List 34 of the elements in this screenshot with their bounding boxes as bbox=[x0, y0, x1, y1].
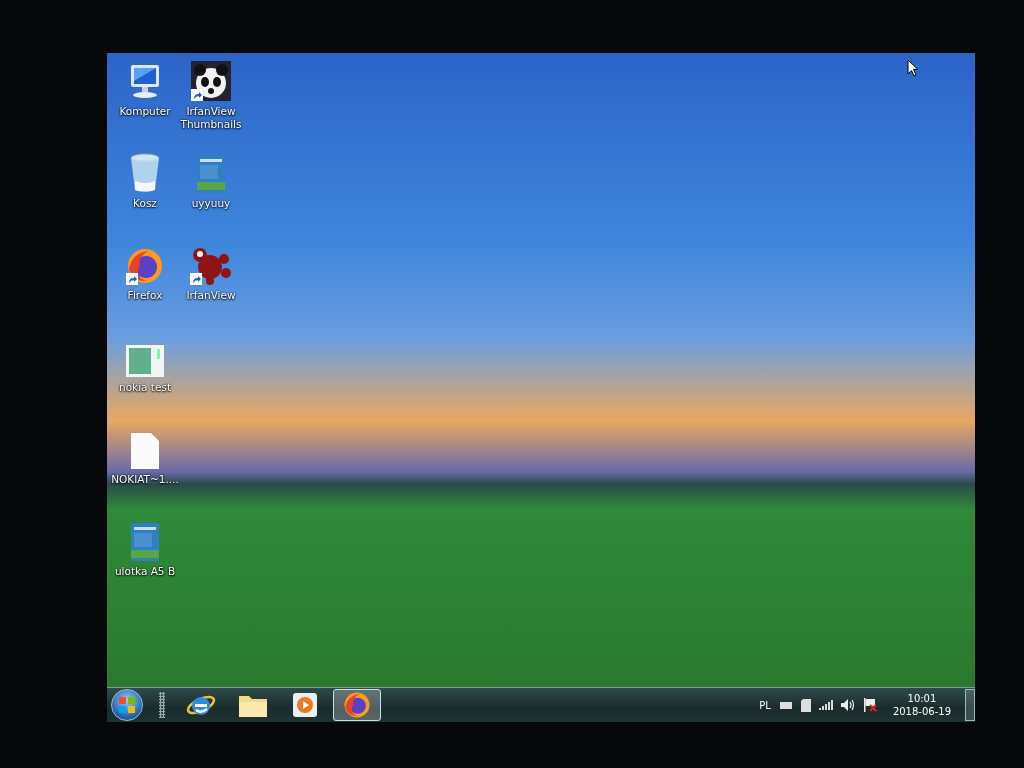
card-icon[interactable] bbox=[800, 698, 811, 712]
show-desktop-button[interactable] bbox=[965, 689, 975, 721]
clock-date: 2018-06-19 bbox=[892, 705, 951, 718]
icon-label: ulotka A5 B bbox=[114, 565, 176, 578]
icon-label: IrfanView bbox=[186, 289, 236, 302]
icon-label: Komputer bbox=[119, 105, 171, 118]
signal-bars-icon[interactable] bbox=[818, 700, 833, 710]
language-indicator[interactable]: PL bbox=[759, 699, 771, 711]
document-thumbnail-icon bbox=[131, 523, 159, 561]
file-icon bbox=[131, 433, 159, 469]
flag-icon[interactable] bbox=[863, 698, 877, 712]
icon-label: uyyuuy bbox=[191, 197, 231, 210]
icon-label: Firefox bbox=[127, 289, 163, 302]
icon-label: nokia test bbox=[119, 381, 171, 394]
icon-label: IrfanView Thumbnails bbox=[179, 105, 243, 131]
mouse-cursor-icon bbox=[907, 59, 919, 77]
panda-icon bbox=[191, 61, 231, 101]
image-thumbnail-icon bbox=[126, 345, 164, 377]
firefox-icon bbox=[126, 247, 164, 285]
windows-logo-icon bbox=[118, 696, 136, 714]
clock[interactable]: 10:01 2018-06-19 bbox=[892, 692, 951, 718]
cat-icon bbox=[190, 245, 232, 285]
shortcut-arrow-icon bbox=[191, 89, 203, 101]
start-button[interactable] bbox=[111, 689, 143, 721]
recycle-bin-icon bbox=[129, 153, 161, 193]
icon-label: NOKIAT~1.... bbox=[111, 473, 179, 486]
speaker-icon[interactable] bbox=[840, 699, 856, 711]
shortcut-arrow-icon bbox=[126, 273, 138, 285]
clock-time: 10:01 bbox=[907, 692, 937, 705]
document-thumbnail-icon bbox=[197, 155, 225, 193]
keyboard-icon[interactable] bbox=[778, 700, 793, 710]
shortcut-arrow-icon bbox=[190, 273, 202, 285]
firefox-icon[interactable] bbox=[343, 691, 371, 719]
icon-label: Kosz bbox=[133, 197, 157, 210]
